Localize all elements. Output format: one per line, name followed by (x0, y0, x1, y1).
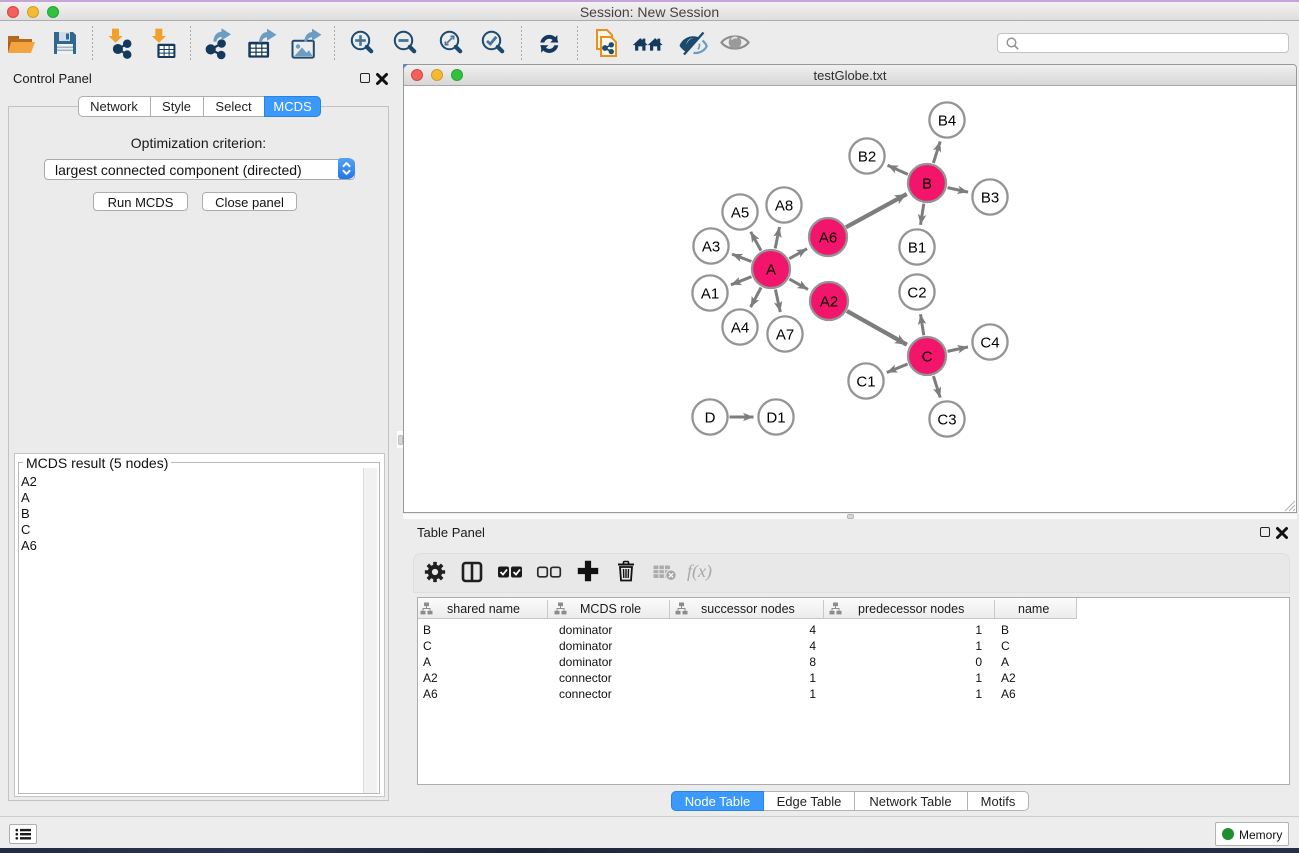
svg-text:C4: C4 (980, 334, 999, 351)
svg-text:A4: A4 (731, 319, 749, 336)
svg-text:C: C (922, 348, 933, 365)
svg-text:A7: A7 (776, 326, 794, 343)
svg-text:A5: A5 (731, 204, 749, 221)
svg-text:C2: C2 (907, 284, 926, 301)
svg-text:D1: D1 (766, 409, 785, 426)
svg-text:D: D (705, 409, 716, 426)
svg-text:A: A (766, 261, 776, 278)
svg-text:A3: A3 (702, 238, 720, 255)
svg-text:A1: A1 (701, 285, 719, 302)
svg-text:A8: A8 (775, 197, 793, 214)
svg-text:B3: B3 (981, 189, 999, 206)
svg-text:A2: A2 (820, 293, 838, 310)
svg-text:B1: B1 (908, 239, 926, 256)
svg-text:C3: C3 (937, 411, 956, 428)
svg-text:B4: B4 (938, 112, 956, 129)
svg-text:B2: B2 (858, 148, 876, 165)
svg-text:A6: A6 (819, 229, 837, 246)
svg-text:B: B (922, 175, 932, 192)
svg-text:C1: C1 (856, 373, 875, 390)
